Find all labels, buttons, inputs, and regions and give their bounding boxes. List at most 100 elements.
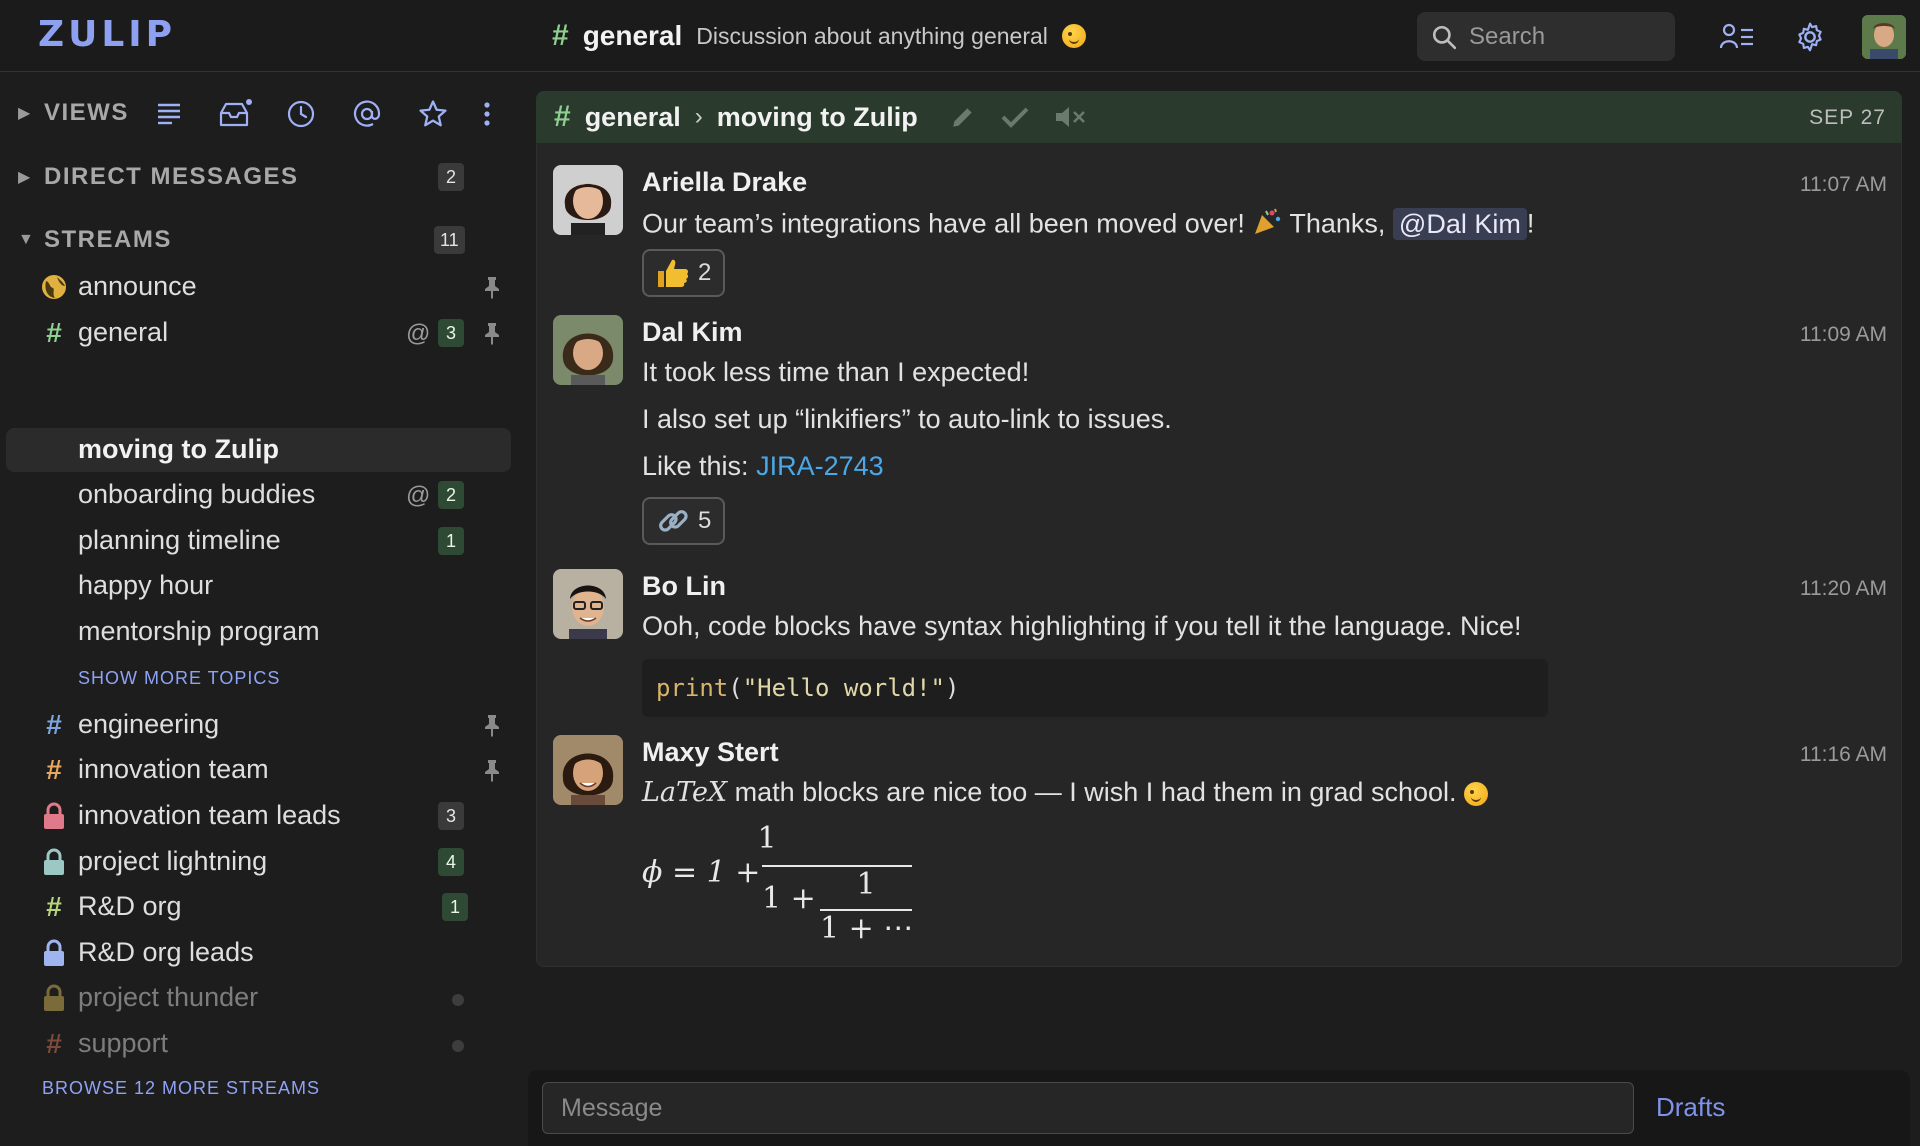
navbar-stream-name[interactable]: general [583, 20, 683, 52]
code-punctuation: ( [728, 674, 743, 702]
sidebar-topic-planning-timeline[interactable]: planning timeline 1 [6, 519, 511, 563]
recipient-date: SEP 27 [1809, 106, 1886, 129]
combined-feed-icon[interactable] [150, 95, 188, 133]
message-content: Like this: JIRA-2743 [642, 451, 884, 482]
message-sender[interactable]: Bo Lin [642, 571, 726, 602]
avatar[interactable] [553, 315, 623, 385]
sidebar-stream-rd-org-leads[interactable]: R&D org leads [6, 931, 511, 975]
message-recipient-header: # general › moving to Zulip SEP 27 [536, 91, 1902, 143]
lock-icon [40, 802, 68, 830]
search-input[interactable] [1469, 22, 1659, 51]
sidebar-topic-label: planning timeline [78, 525, 281, 555]
sidebar-stream-project-lightning[interactable]: project lightning 4 [6, 840, 511, 884]
recent-conversations-icon[interactable] [282, 95, 320, 133]
hash-icon: # [554, 100, 571, 133]
message-list: Ariella Drake 11:07 AM Our team’s integr… [536, 143, 1902, 967]
inactive-dot [452, 1040, 464, 1052]
globe-icon [40, 273, 68, 301]
sidebar-stream-innovation-team-leads[interactable]: innovation team leads 3 [6, 794, 511, 838]
mute-topic-icon[interactable] [1054, 104, 1086, 130]
user-avatar[interactable] [1862, 15, 1906, 59]
message-content: It took less time than I expected! [642, 357, 1030, 387]
message-content: Ooh, code blocks have syntax highlightin… [642, 611, 1522, 641]
inactive-dot [452, 994, 464, 1006]
edit-topic-icon[interactable] [950, 104, 976, 130]
sidebar-stream-engineering[interactable]: # engineering [6, 703, 511, 747]
hash-icon: # [46, 1028, 62, 1059]
party-popper-emoji-icon [1252, 207, 1282, 244]
unread-count-badge: 4 [438, 848, 464, 876]
wink-emoji-icon [1464, 781, 1489, 806]
sidebar-stream-support[interactable]: # support [6, 1022, 511, 1066]
avatar[interactable] [553, 735, 623, 805]
sidebar-topic-moving-to-zulip[interactable]: moving to Zulip [6, 428, 511, 472]
sidebar-stream-label: announce [78, 271, 197, 301]
message-text: Our team’s integrations have all been mo… [642, 208, 1245, 239]
avatar[interactable] [553, 165, 623, 235]
inbox-icon[interactable] [216, 95, 254, 133]
search-box[interactable] [1417, 12, 1675, 61]
hash-icon: # [552, 19, 569, 52]
sidebar-topic-label: mentorship program [78, 616, 320, 646]
caret-right-icon: ▶ [18, 105, 32, 122]
unread-count-badge: 1 [438, 527, 464, 555]
lock-icon [40, 848, 68, 876]
link-icon [656, 505, 690, 537]
message-sender[interactable]: Ariella Drake [642, 167, 807, 198]
compose-area: Drafts [528, 1070, 1910, 1146]
resolve-topic-icon[interactable] [1000, 104, 1030, 130]
sidebar-stream-project-thunder[interactable]: project thunder [6, 976, 511, 1020]
sidebar-stream-rd-org[interactable]: # R&D org 1 [6, 885, 511, 929]
search-icon [1432, 25, 1457, 49]
message-content: Our team’s integrations have all been mo… [642, 207, 1534, 244]
sidebar-topic-label: onboarding buddies [78, 479, 316, 509]
browse-more-streams-link[interactable]: BROWSE 12 MORE STREAMS [42, 1078, 320, 1099]
mentions-icon[interactable] [348, 95, 386, 133]
zulip-logo[interactable]: ZULIP [38, 14, 176, 55]
chevron-right-icon: › [694, 103, 703, 130]
user-list-icon[interactable] [1720, 20, 1754, 54]
views-header[interactable]: ▶ VIEWS [18, 95, 129, 131]
math-block: ϕ = 1 + 1 1 + 1 1 + ⋯ [642, 821, 942, 951]
sidebar-topic-onboarding-buddies[interactable]: onboarding buddies @ 2 [6, 473, 511, 517]
message-timestamp[interactable]: 11:09 AM [1800, 323, 1887, 347]
unread-count-badge: 3 [438, 802, 464, 830]
recipient-topic-name[interactable]: moving to Zulip [717, 102, 918, 133]
show-more-topics-link[interactable]: SHOW MORE TOPICS [78, 668, 280, 689]
hash-icon: # [46, 709, 62, 740]
avatar[interactable] [553, 569, 623, 639]
reaction-thumbs-up[interactable]: 2 [642, 249, 726, 297]
more-vertical-icon[interactable] [480, 95, 494, 133]
sidebar-stream-label: R&D org leads [78, 937, 254, 967]
sidebar-topic-mentorship-program[interactable]: mentorship program [6, 610, 511, 654]
star-icon[interactable] [414, 95, 452, 133]
streams-header[interactable]: ▼ STREAMS [18, 222, 172, 258]
message-timestamp[interactable]: 11:20 AM [1800, 577, 1887, 601]
direct-messages-header[interactable]: ▶ DIRECT MESSAGES [18, 159, 299, 195]
message-text: Thanks, [1289, 208, 1393, 239]
message-timestamp[interactable]: 11:07 AM [1800, 173, 1887, 197]
user-mention[interactable]: @Dal Kim [1392, 207, 1527, 240]
navbar-stream-header[interactable]: # general Discussion about anything gene… [552, 18, 1086, 54]
sidebar-stream-announce[interactable]: announce [6, 265, 511, 309]
recipient-stream-name[interactable]: general [585, 102, 681, 133]
sidebar-topic-happy-hour[interactable]: happy hour [6, 564, 511, 608]
unread-count-badge: 1 [442, 893, 468, 921]
message-timestamp[interactable]: 11:16 AM [1800, 743, 1887, 767]
message-sender[interactable]: Maxy Stert [642, 737, 779, 768]
sidebar-stream-label: innovation team leads [78, 800, 341, 830]
drafts-link[interactable]: Drafts [1656, 1092, 1725, 1123]
message-sender[interactable]: Dal Kim [642, 317, 743, 348]
linkifier-link[interactable]: JIRA-2743 [756, 451, 884, 481]
hash-icon: # [46, 754, 62, 785]
sidebar-stream-innovation-team[interactable]: # innovation team [6, 748, 511, 792]
reaction-link[interactable]: 5 [642, 497, 726, 545]
message-compose-input[interactable] [542, 1082, 1634, 1134]
gear-icon[interactable] [1793, 20, 1827, 54]
code-string: "Hello world!" [742, 674, 945, 702]
sidebar-stream-label: engineering [78, 709, 220, 739]
pin-icon [482, 713, 504, 737]
sidebar-stream-general[interactable]: # general @ 3 [6, 311, 511, 355]
code-function: print [656, 674, 729, 702]
code-punctuation: ) [945, 674, 960, 702]
